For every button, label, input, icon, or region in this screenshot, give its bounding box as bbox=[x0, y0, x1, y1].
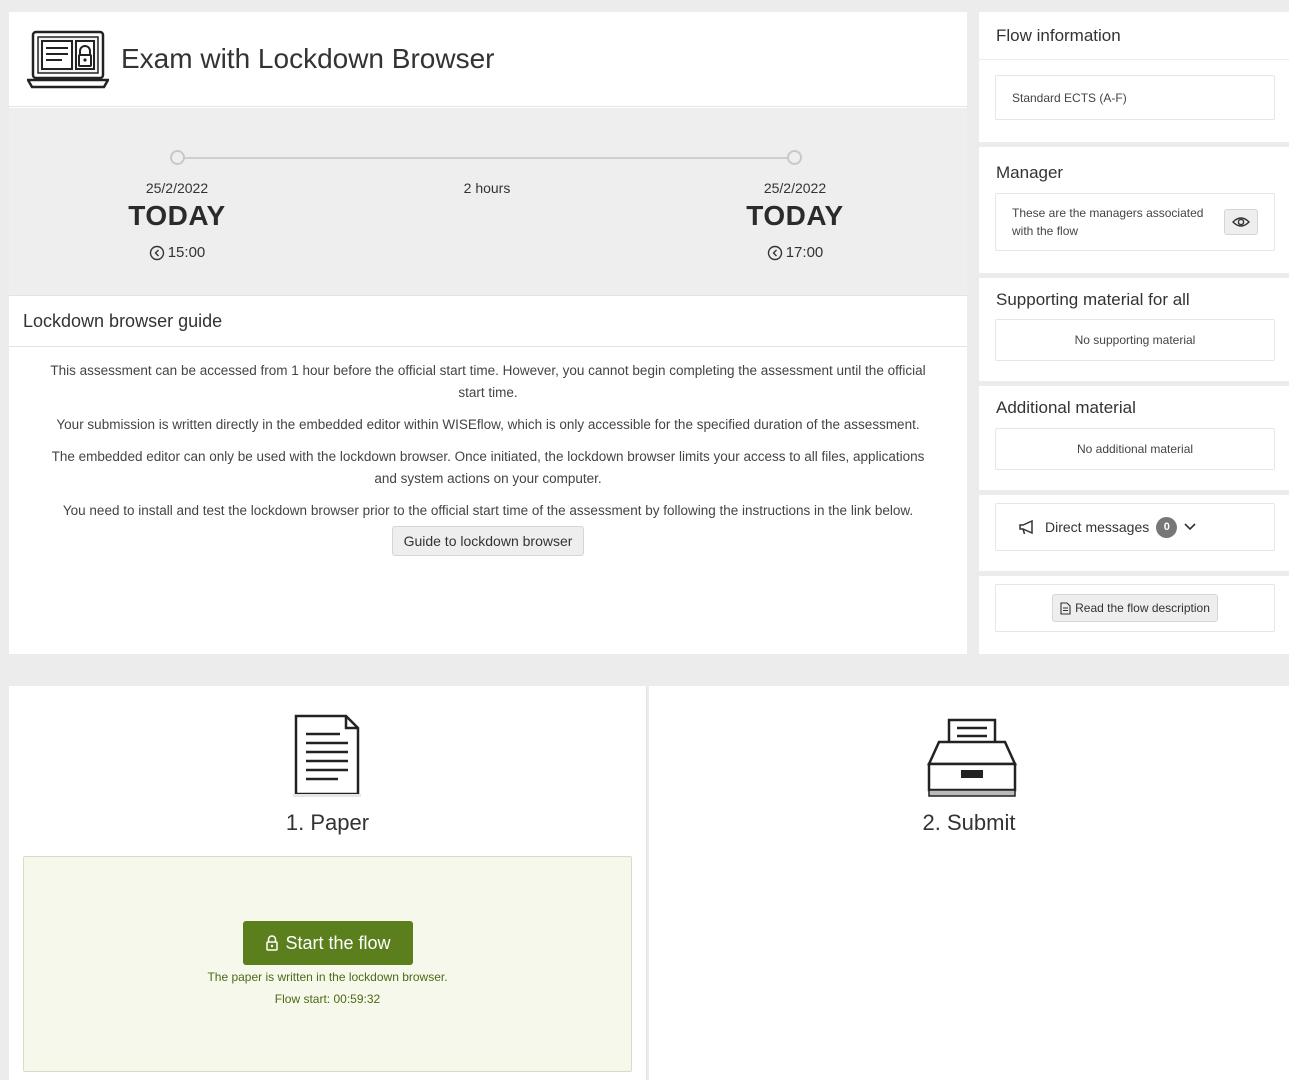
start-time: 15:00 bbox=[57, 244, 297, 261]
guide-paragraph-1: This assessment can be accessed from 1 h… bbox=[50, 363, 926, 400]
timeline-end-dot bbox=[787, 150, 802, 165]
end-date: 25/2/2022 bbox=[763, 180, 827, 196]
start-time-text: 15:00 bbox=[167, 244, 206, 261]
lockdown-note: The paper is written in the lockdown bro… bbox=[207, 970, 448, 984]
megaphone-icon bbox=[1019, 519, 1033, 535]
guide-paragraph-2: Your submission is written directly in t… bbox=[56, 417, 920, 432]
flow-steps: 1. Paper Start the flow The paper is wri… bbox=[9, 686, 1289, 1080]
timeline-duration: 2 hours bbox=[463, 180, 511, 196]
additional-material-section: Additional material No additional materi… bbox=[979, 386, 1289, 490]
end-day: TODAY bbox=[746, 200, 844, 231]
direct-messages-section: Direct messages 0 bbox=[979, 495, 1289, 571]
page-header: Exam with Lockdown Browser bbox=[9, 12, 967, 107]
step-submit: 2. Submit bbox=[649, 686, 1289, 1080]
manager-box: These are the managers associated with t… bbox=[995, 193, 1275, 251]
read-flow-description-button[interactable]: Read the flow description bbox=[1052, 594, 1218, 622]
read-flow-description-label: Read the flow description bbox=[1075, 601, 1210, 615]
guide-paragraph-3: The embedded editor can only be used wit… bbox=[51, 449, 925, 486]
eye-icon bbox=[1232, 217, 1250, 227]
clock-icon bbox=[149, 245, 164, 260]
step-paper: 1. Paper Start the flow The paper is wri… bbox=[9, 686, 647, 1080]
flow-description-box: Read the flow description bbox=[995, 584, 1275, 632]
paper-document-icon bbox=[293, 714, 361, 797]
page-title: Exam with Lockdown Browser bbox=[121, 43, 495, 74]
chevron-down-icon bbox=[1184, 523, 1196, 531]
step-paper-label: 1. Paper bbox=[285, 810, 370, 835]
document-icon bbox=[1060, 601, 1071, 615]
lockdown-guide-button[interactable]: Guide to lockdown browser bbox=[391, 526, 585, 556]
direct-messages-toggle[interactable]: Direct messages 0 bbox=[995, 503, 1275, 551]
flow-information-title: Flow information bbox=[979, 12, 1289, 60]
lock-icon bbox=[266, 935, 279, 951]
start-flow-label: Start the flow bbox=[285, 932, 391, 953]
submit-tray-icon bbox=[927, 718, 1017, 797]
supporting-material-title: Supporting material for all bbox=[996, 290, 1190, 309]
end-time: 17:00 bbox=[675, 244, 915, 261]
end-time-text: 17:00 bbox=[785, 244, 824, 261]
guide-paragraph-4: You need to install and test the lockdow… bbox=[62, 503, 914, 518]
step-submit-label: 2. Submit bbox=[922, 810, 1016, 835]
timeline-track bbox=[184, 157, 798, 159]
manager-section: Manager These are the managers associate… bbox=[979, 147, 1289, 273]
flow-start-countdown: Flow start: 00:59:32 bbox=[274, 992, 381, 1006]
start-date: 25/2/2022 bbox=[145, 180, 209, 196]
additional-material-title: Additional material bbox=[996, 398, 1136, 417]
start-day: TODAY bbox=[128, 200, 226, 231]
guide-body: This assessment can be accessed from 1 h… bbox=[9, 360, 967, 556]
grading-scale: Standard ECTS (A-F) bbox=[995, 75, 1275, 120]
show-managers-button[interactable] bbox=[1224, 209, 1258, 235]
direct-messages-label: Direct messages bbox=[1045, 519, 1150, 535]
start-flow-panel: Start the flow The paper is written in t… bbox=[23, 856, 632, 1072]
manager-title: Manager bbox=[996, 163, 1064, 182]
direct-messages-count: 0 bbox=[1156, 516, 1178, 538]
clock-icon bbox=[767, 245, 782, 260]
additional-material-text: No additional material bbox=[995, 428, 1275, 470]
main-panel: Exam with Lockdown Browser 25/2/2022 TOD… bbox=[9, 12, 967, 654]
flow-information-section: Flow information Standard ECTS (A-F) bbox=[979, 12, 1289, 142]
supporting-material-section: Supporting material for all No supportin… bbox=[979, 278, 1289, 381]
guide-title: Lockdown browser guide bbox=[9, 297, 967, 347]
timeline-start-dot bbox=[170, 150, 185, 165]
flow-description-section: Read the flow description bbox=[979, 576, 1289, 654]
supporting-material-text: No supporting material bbox=[995, 319, 1275, 361]
exam-timeline: 25/2/2022 TODAY 15:00 2 hours 25/2/2022 … bbox=[9, 108, 967, 296]
start-flow-button[interactable]: Start the flow bbox=[243, 921, 413, 965]
manager-text: These are the managers associated with t… bbox=[1012, 206, 1204, 238]
sidebar: Flow information Standard ECTS (A-F) Man… bbox=[979, 12, 1289, 654]
laptop-lock-icon bbox=[27, 30, 109, 89]
